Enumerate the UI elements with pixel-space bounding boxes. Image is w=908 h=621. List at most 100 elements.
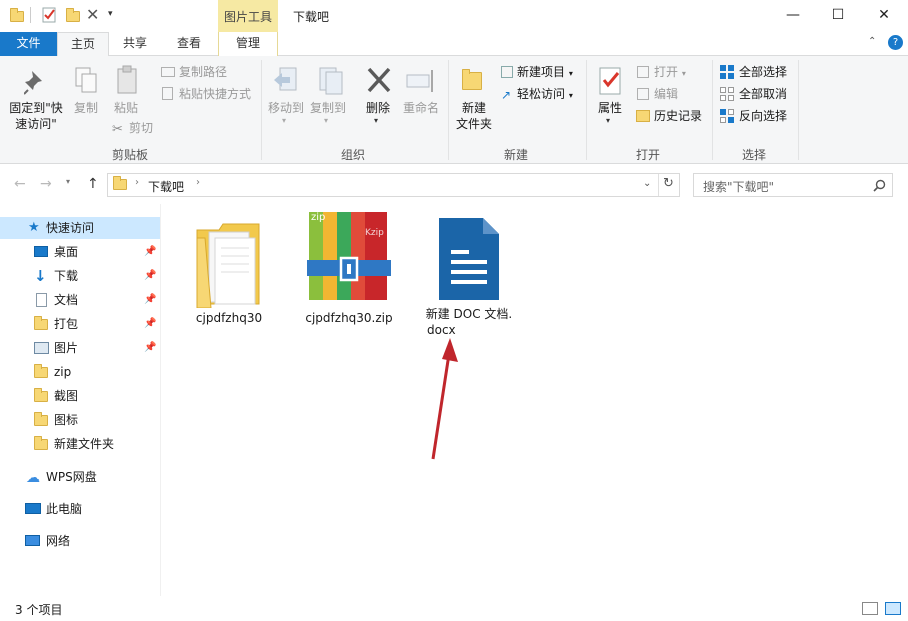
move-to-icon: [274, 67, 297, 91]
chevron-down-icon: ▾: [568, 91, 573, 100]
rename-button[interactable]: 重命名: [400, 100, 442, 116]
forward-arrow-icon[interactable]: →: [40, 176, 52, 192]
address-row: ← → ▾ ↑ › 下载吧 › ⌄ ↻ 搜索"下载吧": [0, 164, 908, 204]
pin-icon: 📌: [144, 246, 157, 257]
search-placeholder: 搜索"下载吧": [703, 180, 775, 194]
new-folder-button[interactable]: 新建 文件夹: [452, 100, 496, 132]
select-none-button[interactable]: 全部取消: [739, 84, 787, 104]
desktop-icon: [34, 246, 48, 257]
copy-path-button[interactable]: 复制路径: [179, 62, 227, 82]
sidebar-item-label: 图片: [54, 341, 79, 355]
sidebar-item-quick-access[interactable]: ★ 快速访问: [0, 217, 160, 239]
document-icon: [36, 293, 47, 307]
rename-icon: [406, 70, 433, 92]
delete-quick-icon[interactable]: ✕: [86, 5, 104, 24]
breadcrumb-current[interactable]: 下载吧: [148, 178, 184, 195]
new-folder-label-line2: 文件夹: [455, 117, 492, 131]
cloud-icon: ☁: [26, 470, 40, 486]
file-name: cjpdfzhq30: [195, 311, 263, 325]
pin-icon: 📌: [144, 270, 157, 281]
easy-access-button[interactable]: 轻松访问 ▾: [517, 84, 573, 104]
cut-icon: ✂: [112, 122, 123, 137]
edit-button[interactable]: 编辑: [654, 84, 678, 104]
customize-quick-access-icon[interactable]: ▾: [108, 9, 126, 27]
divider: [712, 60, 713, 160]
sidebar-item-pack[interactable]: 打包 📌: [0, 313, 160, 335]
properties-quick-icon[interactable]: [40, 6, 58, 24]
search-icon[interactable]: [873, 179, 886, 192]
file-item-zip[interactable]: zip Kzip cjpdfzhq30.zip: [299, 210, 399, 330]
back-arrow-icon[interactable]: ←: [14, 176, 26, 192]
delete-icon: [367, 67, 391, 93]
tab-share[interactable]: 共享: [111, 32, 159, 56]
details-view-icon[interactable]: [862, 602, 878, 615]
large-icons-view-icon[interactable]: [885, 602, 901, 615]
sidebar-item-label: 此电脑: [46, 502, 83, 516]
zip-badge-right: Kzip: [365, 228, 384, 238]
minimize-ribbon-icon[interactable]: ⌃: [868, 36, 876, 47]
sidebar-item-downloads[interactable]: ↓ 下载 📌: [0, 265, 160, 287]
help-icon[interactable]: ?: [888, 35, 903, 50]
sidebar-item-screenshots[interactable]: 截图: [0, 385, 160, 407]
sidebar-item-desktop[interactable]: 桌面 📌: [0, 241, 160, 263]
file-item-folder[interactable]: cjpdfzhq30: [179, 210, 279, 330]
window-title: 下载吧: [293, 10, 330, 24]
sidebar-item-network[interactable]: 网络: [0, 530, 160, 552]
search-input[interactable]: 搜索"下载吧": [693, 173, 893, 197]
sidebar-item-wps-cloud[interactable]: ☁ WPS网盘: [0, 466, 160, 488]
sidebar-item-pictures[interactable]: 图片 📌: [0, 337, 160, 359]
clipboard-group-label: 剪贴板: [111, 148, 148, 162]
address-bar[interactable]: › 下载吧 › ⌄ ↻: [107, 173, 680, 197]
ribbon: 固定到"快 速访问" 复制 粘贴 复制路径 粘贴快捷方式 ✂ 剪切 剪贴板 移动…: [0, 56, 908, 164]
properties-button[interactable]: 属性: [592, 100, 628, 116]
delete-button[interactable]: 删除: [360, 100, 396, 116]
sidebar-item-label: zip: [54, 365, 72, 379]
invert-selection-button[interactable]: 反向选择: [739, 106, 787, 126]
paste-button[interactable]: 粘贴: [108, 100, 144, 116]
move-to-button[interactable]: 移动到: [266, 100, 306, 116]
cut-button[interactable]: 剪切: [129, 118, 153, 138]
copy-icon: [75, 67, 97, 93]
ribbon-tabs: 文件 主页 共享 查看 管理 ⌃ ?: [0, 32, 908, 57]
annotation-arrow: [431, 338, 458, 460]
open-icon: [637, 66, 649, 78]
chevron-down-icon: ▾: [324, 116, 329, 125]
select-all-button[interactable]: 全部选择: [739, 62, 787, 82]
file-item-docx[interactable]: 新建 DOC 文档. docx: [419, 214, 519, 344]
maximize-button[interactable]: ☐: [815, 0, 861, 32]
address-dropdown-icon[interactable]: ⌄: [643, 178, 651, 189]
up-arrow-icon[interactable]: ↑: [87, 176, 99, 192]
open-button[interactable]: 打开 ▾: [654, 62, 686, 82]
tab-file[interactable]: 文件: [0, 32, 57, 56]
paste-shortcut-button[interactable]: 粘贴快捷方式: [179, 84, 251, 104]
sidebar-item-zip[interactable]: zip: [0, 361, 160, 383]
tab-view[interactable]: 查看: [163, 32, 215, 56]
paste-shortcut-icon: [162, 87, 173, 100]
pin-icon: 📌: [144, 342, 157, 353]
close-button[interactable]: ✕: [861, 0, 907, 32]
sidebar-item-icons[interactable]: 图标: [0, 409, 160, 431]
sidebar-item-this-pc[interactable]: 此电脑: [0, 498, 160, 520]
sidebar-item-documents[interactable]: 文档 📌: [0, 289, 160, 311]
history-button[interactable]: 历史记录: [654, 106, 702, 126]
sidebar-item-label: 下载: [54, 269, 79, 283]
divider: [448, 60, 449, 160]
new-folder-quick-icon[interactable]: [64, 6, 82, 24]
new-item-button[interactable]: 新建项目 ▾: [517, 62, 573, 82]
pin-to-quick-access-button[interactable]: 固定到"快 速访问": [4, 100, 68, 132]
minimize-button[interactable]: —: [770, 0, 816, 32]
sidebar-item-new-folder[interactable]: 新建文件夹: [0, 433, 160, 455]
pin-icon: 📌: [144, 294, 157, 305]
copy-button[interactable]: 复制: [68, 100, 104, 116]
recent-locations-icon[interactable]: ▾: [66, 177, 70, 186]
tab-home[interactable]: 主页: [57, 32, 109, 57]
paste-icon: [117, 65, 137, 94]
breadcrumb-chevron-icon[interactable]: ›: [196, 177, 200, 188]
chevron-down-icon: ▾: [606, 116, 611, 125]
item-count: 3 个项目: [15, 603, 63, 617]
copy-to-button[interactable]: 复制到: [308, 100, 348, 116]
divider: [30, 7, 31, 23]
refresh-icon[interactable]: ↻: [663, 176, 674, 191]
divider: [798, 60, 799, 160]
tab-manage[interactable]: 管理: [218, 32, 278, 56]
